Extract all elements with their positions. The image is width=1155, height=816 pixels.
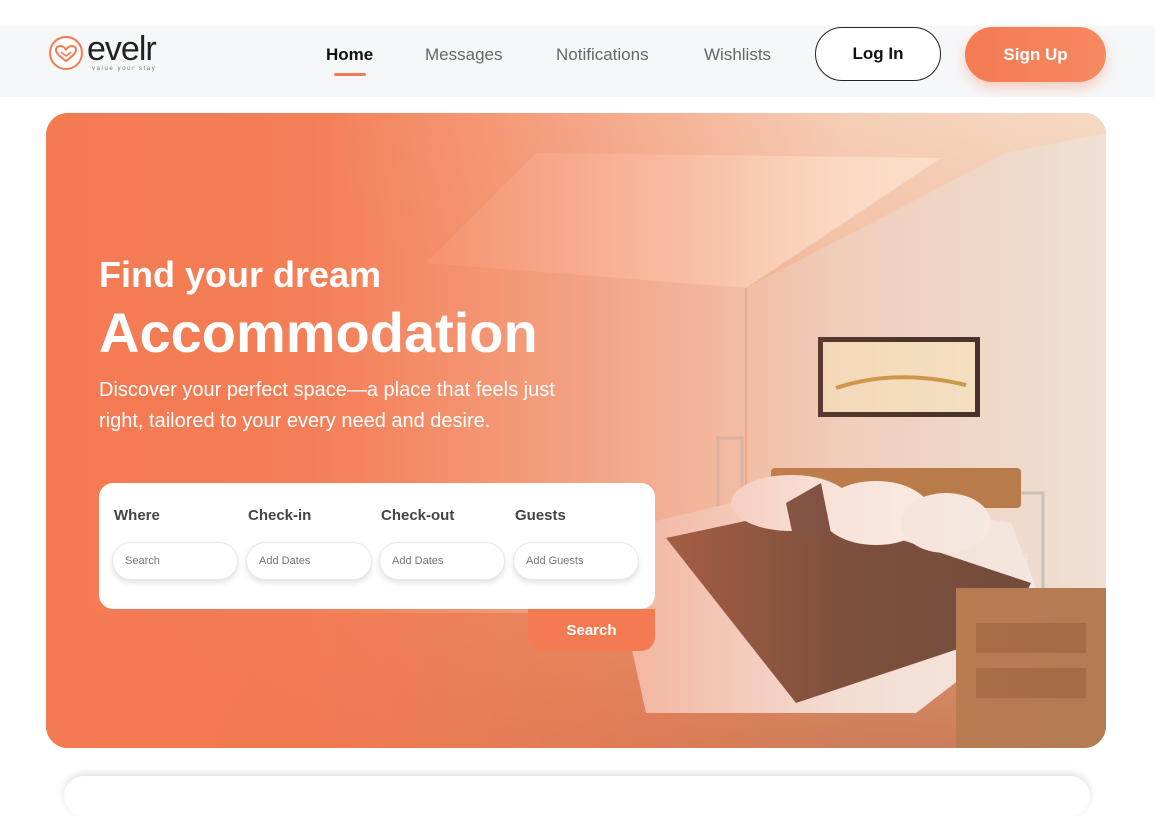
- nav-home[interactable]: Home: [326, 45, 373, 65]
- login-button[interactable]: Log In: [815, 27, 941, 81]
- hero-text: Find your dream Accommodation Discover y…: [99, 251, 579, 437]
- active-nav-indicator: [334, 73, 366, 76]
- next-section-card: [64, 776, 1090, 816]
- where-label: Where: [114, 507, 160, 524]
- hero-title-line1: Find your dream: [99, 254, 382, 295]
- checkout-field: Check-out: [366, 507, 505, 580]
- signup-button[interactable]: Sign Up: [965, 27, 1106, 82]
- checkout-label: Check-out: [381, 507, 455, 524]
- logo[interactable]: evelr value your stay: [49, 30, 179, 76]
- checkin-input[interactable]: [246, 542, 372, 580]
- checkin-label: Check-in: [248, 507, 312, 524]
- search-button[interactable]: Search: [528, 609, 655, 651]
- nav-wishlists[interactable]: Wishlists: [704, 45, 771, 65]
- hero-title-line2: Accommodation: [99, 301, 538, 364]
- where-field: Where: [99, 507, 238, 580]
- search-card: Where Check-in Check-out Guests: [99, 483, 655, 609]
- guests-input[interactable]: [513, 542, 639, 580]
- nav-notifications[interactable]: Notifications: [556, 45, 649, 65]
- checkin-field: Check-in: [233, 507, 372, 580]
- hero-description: Discover your perfect space—a place that…: [99, 379, 555, 432]
- brand-name: evelr: [87, 30, 157, 68]
- nav-messages[interactable]: Messages: [425, 45, 502, 65]
- checkout-input[interactable]: [379, 542, 505, 580]
- hero-banner: Find your dream Accommodation Discover y…: [46, 113, 1106, 748]
- heart-logo-icon: [49, 36, 83, 70]
- brand-tagline: value your stay: [92, 66, 157, 72]
- where-input[interactable]: [112, 542, 238, 580]
- top-navbar: evelr value your stay Home Messages Noti…: [0, 26, 1155, 97]
- guests-label: Guests: [515, 507, 566, 524]
- guests-field: Guests: [500, 507, 639, 580]
